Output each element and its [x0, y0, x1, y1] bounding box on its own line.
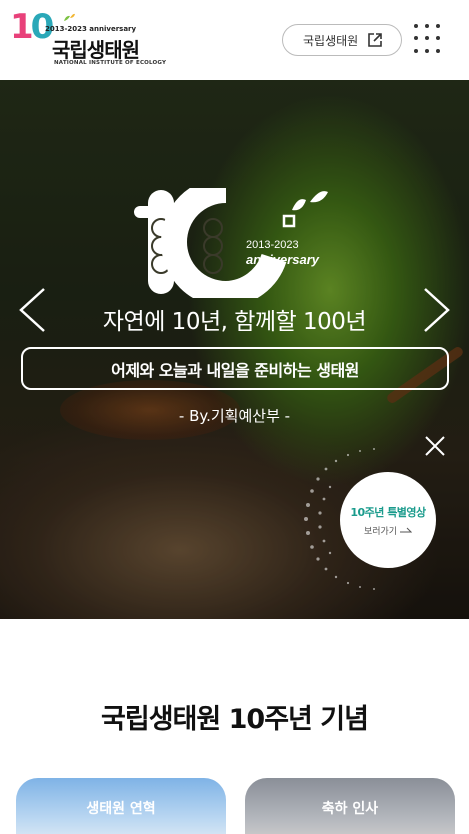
special-video-badge[interactable]: 10주년 특별영상 보러가기 [296, 435, 466, 605]
site-header: 10 2013-2023 anniversary 국립생태원 NATIONAL … [0, 0, 469, 80]
hero-slider: 2013-2023 anniversary 자연에 10년, 함께할 100년 … [0, 80, 469, 619]
hero-byline: - By.기획예산부 - [178, 407, 291, 425]
anniversary-emblem: 2013-2023 anniversary [134, 188, 328, 298]
slider-next-arrow-icon[interactable] [423, 287, 451, 333]
logo-name-english: NATIONAL INSTITUTE OF ECOLOGY [54, 60, 167, 66]
hero-title: 자연에 10년, 함께할 100년 [102, 309, 367, 335]
leaf-icon [64, 13, 75, 21]
emblem-anniversary: anniversary [246, 252, 320, 267]
history-card[interactable]: 생태원 연혁 [16, 778, 226, 834]
history-card-label: 생태원 연혁 [86, 801, 156, 817]
arrow-right-icon [400, 527, 413, 533]
greeting-card-label: 축하 인사 [321, 801, 379, 817]
hero-slogan: 어제와 오늘과 내일을 준비하는 생태원 [111, 360, 359, 380]
slider-prev-arrow-icon[interactable] [18, 287, 46, 333]
special-video-link: 보러가기 [363, 524, 413, 537]
institute-site-label: 국립생태원 [303, 33, 359, 48]
special-video-button[interactable]: 10주년 특별영상 보러가기 [340, 472, 436, 568]
emblem-years: 2013-2023 [246, 239, 299, 251]
external-link-icon [368, 33, 382, 47]
section-title: 국립생태원 10주년 기념 [101, 704, 369, 735]
institute-site-button[interactable]: 국립생태원 [282, 24, 402, 56]
hero-slogan-box: 어제와 오늘과 내일을 준비하는 생태원 [21, 347, 449, 390]
special-video-link-label: 보러가기 [363, 526, 398, 537]
menu-grid-icon[interactable] [414, 24, 444, 54]
logo-years: 2013-2023 anniversary [45, 25, 137, 33]
site-logo[interactable]: 10 2013-2023 anniversary 국립생태원 NATIONAL … [10, 10, 166, 70]
greeting-card[interactable]: 축하 인사 [245, 778, 455, 834]
logo-name-korean: 국립생태원 [52, 38, 140, 62]
special-video-title: 10주년 특별영상 [350, 505, 426, 519]
